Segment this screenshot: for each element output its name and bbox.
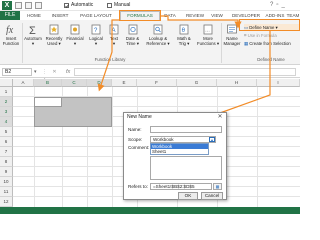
scope-select[interactable]: Workbook [150,136,216,143]
scope-option-sheet1[interactable]: Sheet1 [151,149,208,154]
refers-to-label: Refers to: [128,184,148,189]
dialog-title: New Name [127,114,152,120]
name-field-label: Name: [128,127,142,132]
collapse-range-icon[interactable]: ▦ [213,183,222,190]
cancel-button[interactable]: Cancel [201,192,223,200]
arrow-tab-to-selection [97,19,120,92]
chevron-down-icon[interactable]: ▾ [209,137,215,143]
arrow-define-name-to-dialog [202,31,271,121]
scope-label: Scope: [128,137,143,142]
comment-label: Comment: [128,145,150,150]
arrow-formulas-to-define-name [161,15,242,29]
ok-button[interactable]: OK [178,192,198,200]
comment-textarea[interactable] [150,156,222,180]
refers-to-input[interactable]: =Sheet1!$B$2:$D$5 [150,183,212,190]
close-icon[interactable]: ✕ [215,113,225,121]
name-input[interactable] [150,126,222,133]
